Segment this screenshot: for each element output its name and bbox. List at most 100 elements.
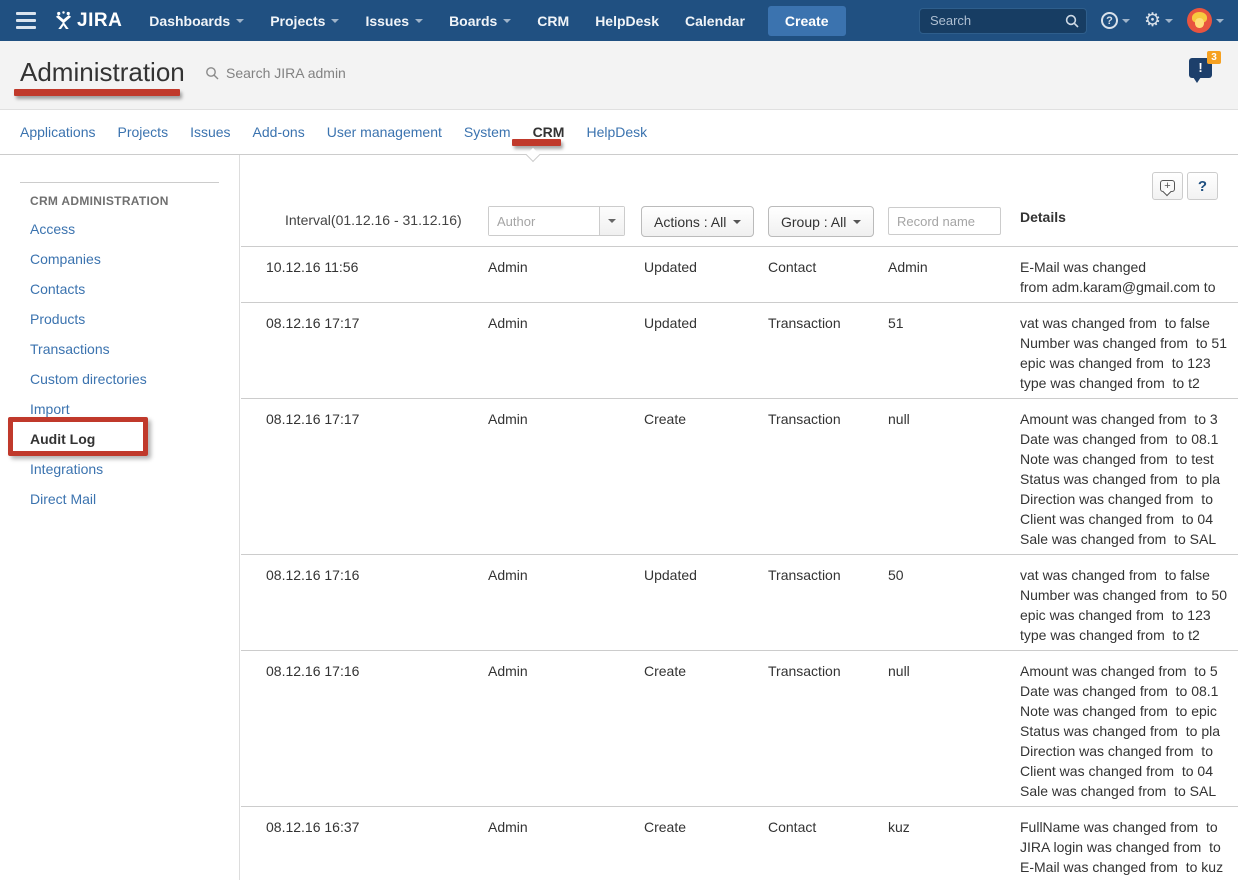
details-column-header: Details xyxy=(1020,209,1066,225)
cell-group: Transaction xyxy=(768,661,888,801)
author-dropdown-button[interactable] xyxy=(599,207,624,235)
table-row: 08.12.16 17:16 Admin Updated Transaction… xyxy=(241,554,1238,650)
help-menu[interactable]: ? xyxy=(1101,12,1130,29)
tab-crm[interactable]: CRM xyxy=(533,124,565,140)
nav-item-issues[interactable]: Issues xyxy=(365,13,423,29)
sidebar-item-contacts[interactable]: Contacts xyxy=(0,274,239,304)
annotation-underline-administration xyxy=(14,89,180,96)
nav-item-calendar[interactable]: Calendar xyxy=(685,13,745,29)
cell-details: Amount was changed from to 3 Date was ch… xyxy=(1020,409,1238,549)
cell-action: Create xyxy=(644,817,768,880)
hamburger-menu-icon[interactable] xyxy=(6,0,46,41)
tab-helpdesk[interactable]: HelpDesk xyxy=(586,124,647,140)
audit-log-table: 10.12.16 11:56 Admin Updated Contact Adm… xyxy=(241,246,1238,880)
record-name-input[interactable] xyxy=(888,207,1001,235)
sidebar-item-access[interactable]: Access xyxy=(0,214,239,244)
cell-author: Admin xyxy=(488,409,644,549)
jira-logo-text: JIRA xyxy=(77,10,122,32)
cell-record: 51 xyxy=(888,313,1020,393)
cell-group: Contact xyxy=(768,257,888,297)
nav-search xyxy=(919,8,1087,34)
group-filter-button[interactable]: Group : All xyxy=(768,206,874,237)
nav-item-dashboards[interactable]: Dashboards xyxy=(149,13,244,29)
sidebar-item-direct-mail[interactable]: Direct Mail xyxy=(0,484,239,514)
tab-issues[interactable]: Issues xyxy=(190,124,230,140)
interval-filter[interactable]: Interval(01.12.16 - 31.12.16) xyxy=(285,212,462,228)
cell-date: 08.12.16 17:16 xyxy=(266,661,488,801)
author-filter xyxy=(488,206,625,236)
tab-projects[interactable]: Projects xyxy=(118,124,169,140)
crm-admin-sidebar: CRM ADMINISTRATION Access Companies Cont… xyxy=(0,155,240,880)
chevron-down-icon xyxy=(608,219,616,223)
help-icon: ? xyxy=(1101,12,1118,29)
avatar xyxy=(1187,8,1212,33)
cell-group: Contact xyxy=(768,817,888,880)
cell-author: Admin xyxy=(488,313,644,393)
audit-log-panel: + ? Interval(01.12.16 - 31.12.16) Action… xyxy=(241,155,1238,880)
gear-icon: ⚙ xyxy=(1144,11,1161,30)
cell-group: Transaction xyxy=(768,409,888,549)
chevron-down-icon xyxy=(1165,19,1173,23)
page-title: Administration xyxy=(20,57,185,88)
actions-filter-button[interactable]: Actions : All xyxy=(641,206,754,237)
nav-item-boards[interactable]: Boards xyxy=(449,13,511,29)
cell-record: null xyxy=(888,409,1020,549)
cell-record: 50 xyxy=(888,565,1020,645)
annotation-underline-crm xyxy=(512,139,561,146)
chevron-down-icon xyxy=(503,19,511,23)
cell-record: kuz xyxy=(888,817,1020,880)
chevron-down-icon xyxy=(331,19,339,23)
cell-record: Admin xyxy=(888,257,1020,297)
table-row: 08.12.16 17:16 Admin Create Transaction … xyxy=(241,650,1238,806)
sidebar-item-integrations[interactable]: Integrations xyxy=(0,454,239,484)
tab-applications[interactable]: Applications xyxy=(20,124,96,140)
nav-item-helpdesk[interactable]: HelpDesk xyxy=(595,13,659,29)
nav-item-crm[interactable]: CRM xyxy=(537,13,569,29)
chevron-down-icon xyxy=(1122,19,1130,23)
table-row: 10.12.16 11:56 Admin Updated Contact Adm… xyxy=(241,246,1238,302)
user-menu[interactable] xyxy=(1187,8,1224,33)
tab-user-management[interactable]: User management xyxy=(327,124,442,140)
sidebar-item-transactions[interactable]: Transactions xyxy=(0,334,239,364)
sidebar-item-products[interactable]: Products xyxy=(0,304,239,334)
tab-addons[interactable]: Add-ons xyxy=(253,124,305,140)
chevron-down-icon xyxy=(1216,19,1224,23)
cell-author: Admin xyxy=(488,565,644,645)
notification-badge: 3 xyxy=(1207,51,1221,64)
cell-date: 08.12.16 17:17 xyxy=(266,409,488,549)
cell-details: FullName was changed from to JIRA login … xyxy=(1020,817,1238,880)
cell-date: 08.12.16 16:37 xyxy=(266,817,488,880)
admin-tabs: Applications Projects Issues Add-ons Use… xyxy=(0,110,1238,155)
search-icon xyxy=(205,66,219,80)
cell-details: E-Mail was changed from adm.karam@gmail.… xyxy=(1020,257,1238,297)
sidebar-item-custom-directories[interactable]: Custom directories xyxy=(0,364,239,394)
cell-action: Updated xyxy=(644,313,768,393)
sidebar-item-companies[interactable]: Companies xyxy=(0,244,239,274)
sidebar-item-import[interactable]: Import xyxy=(0,394,239,424)
sidebar-item-audit-log[interactable]: Audit Log xyxy=(0,424,239,454)
feedback-button[interactable]: + xyxy=(1152,172,1183,200)
chevron-down-icon xyxy=(853,220,861,224)
table-row: 08.12.16 17:17 Admin Updated Transaction… xyxy=(241,302,1238,398)
cell-record: null xyxy=(888,661,1020,801)
create-button[interactable]: Create xyxy=(768,6,846,36)
cell-action: Create xyxy=(644,409,768,549)
admin-settings-menu[interactable]: ⚙ xyxy=(1144,11,1173,30)
chevron-down-icon xyxy=(236,19,244,23)
table-row: 08.12.16 17:17 Admin Create Transaction … xyxy=(241,398,1238,554)
admin-search-input[interactable] xyxy=(226,65,426,81)
cell-details: Amount was changed from to 5 Date was ch… xyxy=(1020,661,1238,801)
chevron-down-icon xyxy=(415,19,423,23)
author-filter-input[interactable] xyxy=(489,207,599,235)
cell-details: vat was changed from to false Number was… xyxy=(1020,565,1238,645)
notification-icon[interactable]: ! 3 xyxy=(1189,58,1212,78)
jira-logo[interactable]: JIRA xyxy=(54,10,122,32)
nav-item-projects[interactable]: Projects xyxy=(270,13,339,29)
help-button[interactable]: ? xyxy=(1187,172,1218,200)
cell-group: Transaction xyxy=(768,565,888,645)
cell-action: Updated xyxy=(644,257,768,297)
tab-system[interactable]: System xyxy=(464,124,511,140)
cell-action: Updated xyxy=(644,565,768,645)
admin-search xyxy=(205,65,426,81)
nav-search-input[interactable] xyxy=(919,8,1087,34)
